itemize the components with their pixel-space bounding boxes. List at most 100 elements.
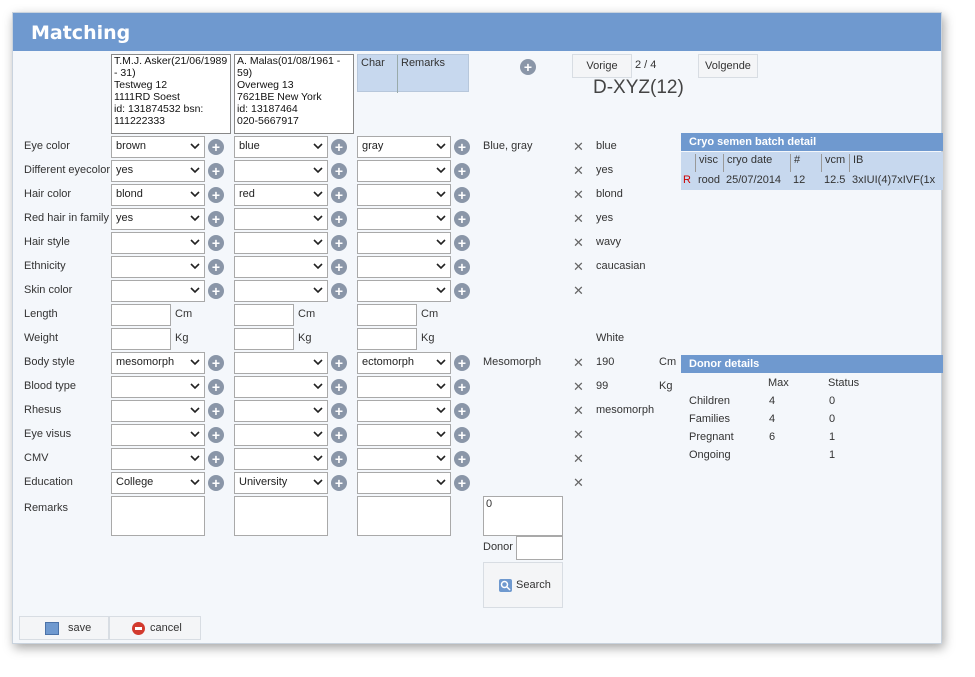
- measure-input-2[interactable]: [234, 304, 294, 326]
- cancel-button[interactable]: cancel: [109, 616, 201, 640]
- remove-icon[interactable]: ✕: [573, 380, 584, 393]
- remove-icon[interactable]: ✕: [573, 428, 584, 441]
- remove-icon[interactable]: ✕: [573, 260, 584, 273]
- remove-icon[interactable]: ✕: [573, 140, 584, 153]
- donor-input[interactable]: [516, 536, 563, 560]
- select-partner-1[interactable]: blond: [111, 184, 205, 206]
- select-donor-pref[interactable]: [357, 472, 451, 494]
- add-option-button[interactable]: +: [208, 235, 224, 251]
- add-option-button[interactable]: +: [331, 475, 347, 491]
- add-option-button[interactable]: +: [331, 403, 347, 419]
- add-option-button[interactable]: +: [454, 355, 470, 371]
- select-partner-2[interactable]: [234, 424, 328, 446]
- measure-input-1[interactable]: [111, 328, 171, 350]
- add-option-button[interactable]: +: [454, 283, 470, 299]
- remarks-field-1[interactable]: [111, 496, 205, 536]
- remove-icon[interactable]: ✕: [573, 188, 584, 201]
- measure-input-2[interactable]: [234, 328, 294, 350]
- remarks-field-2[interactable]: [234, 496, 328, 536]
- add-option-button[interactable]: +: [454, 403, 470, 419]
- select-partner-2[interactable]: blue: [234, 136, 328, 158]
- add-option-button[interactable]: +: [454, 427, 470, 443]
- select-donor-pref[interactable]: [357, 376, 451, 398]
- select-partner-1[interactable]: [111, 256, 205, 278]
- select-donor-pref[interactable]: [357, 208, 451, 230]
- select-donor-pref[interactable]: [357, 280, 451, 302]
- select-partner-2[interactable]: [234, 376, 328, 398]
- add-option-button[interactable]: +: [331, 187, 347, 203]
- search-button[interactable]: Search: [483, 562, 563, 608]
- select-partner-2[interactable]: [234, 208, 328, 230]
- add-option-button[interactable]: +: [454, 379, 470, 395]
- add-char-button[interactable]: +: [520, 59, 536, 75]
- select-donor-pref[interactable]: [357, 256, 451, 278]
- add-option-button[interactable]: +: [208, 139, 224, 155]
- measure-input-3[interactable]: [357, 328, 417, 350]
- remove-icon[interactable]: ✕: [573, 404, 584, 417]
- select-donor-pref[interactable]: [357, 184, 451, 206]
- select-partner-1[interactable]: [111, 376, 205, 398]
- select-partner-1[interactable]: [111, 424, 205, 446]
- add-option-button[interactable]: +: [331, 259, 347, 275]
- remove-icon[interactable]: ✕: [573, 476, 584, 489]
- select-partner-1[interactable]: yes: [111, 208, 205, 230]
- add-option-button[interactable]: +: [454, 235, 470, 251]
- add-option-button[interactable]: +: [208, 475, 224, 491]
- result-count-field[interactable]: 0: [483, 496, 563, 536]
- select-partner-2[interactable]: [234, 256, 328, 278]
- remarks-field-3[interactable]: [357, 496, 451, 536]
- select-partner-2[interactable]: [234, 160, 328, 182]
- select-donor-pref[interactable]: ectomorph: [357, 352, 451, 374]
- add-option-button[interactable]: +: [208, 283, 224, 299]
- remove-icon[interactable]: ✕: [573, 164, 584, 177]
- remove-icon[interactable]: ✕: [573, 356, 584, 369]
- add-option-button[interactable]: +: [331, 283, 347, 299]
- add-option-button[interactable]: +: [454, 139, 470, 155]
- add-option-button[interactable]: +: [331, 163, 347, 179]
- measure-input-3[interactable]: [357, 304, 417, 326]
- add-option-button[interactable]: +: [331, 379, 347, 395]
- select-partner-2[interactable]: [234, 232, 328, 254]
- select-partner-2[interactable]: [234, 400, 328, 422]
- add-option-button[interactable]: +: [454, 163, 470, 179]
- select-donor-pref[interactable]: [357, 160, 451, 182]
- add-option-button[interactable]: +: [208, 187, 224, 203]
- add-option-button[interactable]: +: [454, 259, 470, 275]
- add-option-button[interactable]: +: [331, 235, 347, 251]
- select-partner-2[interactable]: red: [234, 184, 328, 206]
- select-donor-pref[interactable]: [357, 448, 451, 470]
- add-option-button[interactable]: +: [331, 451, 347, 467]
- add-option-button[interactable]: +: [208, 259, 224, 275]
- select-donor-pref[interactable]: [357, 232, 451, 254]
- select-partner-1[interactable]: [111, 400, 205, 422]
- select-partner-1[interactable]: mesomorph: [111, 352, 205, 374]
- add-option-button[interactable]: +: [208, 355, 224, 371]
- add-option-button[interactable]: +: [331, 427, 347, 443]
- save-button[interactable]: save: [19, 616, 109, 640]
- add-option-button[interactable]: +: [331, 355, 347, 371]
- add-option-button[interactable]: +: [208, 379, 224, 395]
- add-option-button[interactable]: +: [208, 427, 224, 443]
- prev-button[interactable]: Vorige: [572, 54, 632, 78]
- add-option-button[interactable]: +: [208, 403, 224, 419]
- add-option-button[interactable]: +: [208, 163, 224, 179]
- select-partner-2[interactable]: [234, 352, 328, 374]
- select-partner-2[interactable]: [234, 448, 328, 470]
- add-option-button[interactable]: +: [208, 451, 224, 467]
- select-partner-1[interactable]: [111, 280, 205, 302]
- select-donor-pref[interactable]: [357, 400, 451, 422]
- select-donor-pref[interactable]: [357, 424, 451, 446]
- select-partner-2[interactable]: [234, 280, 328, 302]
- add-option-button[interactable]: +: [454, 451, 470, 467]
- select-partner-2[interactable]: University: [234, 472, 328, 494]
- measure-input-1[interactable]: [111, 304, 171, 326]
- select-donor-pref[interactable]: gray: [357, 136, 451, 158]
- next-button[interactable]: Volgende: [698, 54, 758, 78]
- add-option-button[interactable]: +: [331, 211, 347, 227]
- add-option-button[interactable]: +: [454, 187, 470, 203]
- select-partner-1[interactable]: brown: [111, 136, 205, 158]
- select-partner-1[interactable]: yes: [111, 160, 205, 182]
- remove-icon[interactable]: ✕: [573, 452, 584, 465]
- add-option-button[interactable]: +: [208, 211, 224, 227]
- remove-icon[interactable]: ✕: [573, 236, 584, 249]
